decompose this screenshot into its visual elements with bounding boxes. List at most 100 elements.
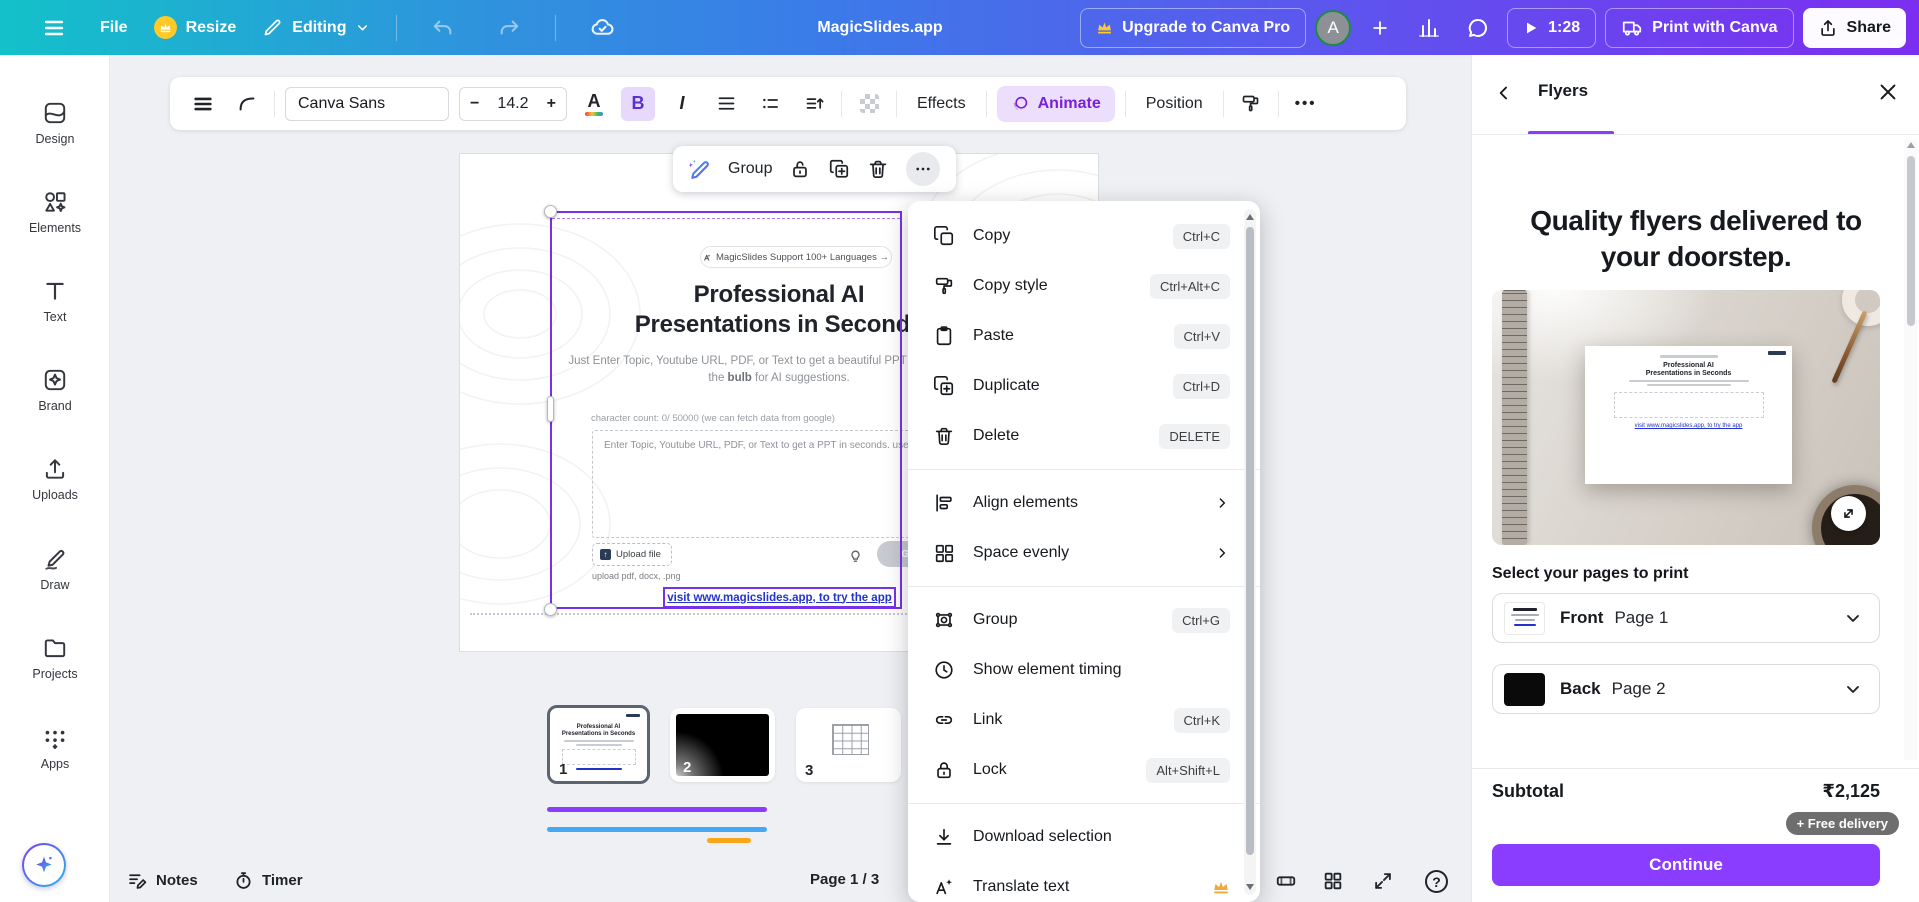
file-menu-button[interactable]: File — [100, 19, 128, 37]
upgrade-to-pro-button[interactable]: Upgrade to Canva Pro — [1080, 8, 1306, 48]
trash-icon[interactable] — [867, 158, 889, 180]
sidebar-item-uploads[interactable]: Uploads — [0, 456, 110, 502]
continue-button[interactable]: Continue — [1492, 844, 1880, 886]
menu-scrollbar[interactable] — [1244, 209, 1256, 895]
menu-item-lock[interactable]: Lock Alt+Shift+L — [908, 745, 1260, 795]
more-options-button[interactable]: ••• — [1289, 87, 1323, 121]
copy-style-button[interactable] — [1234, 87, 1268, 121]
main-menu-button[interactable] — [34, 8, 74, 48]
line-spacing-button[interactable] — [797, 87, 831, 121]
menu-item-copy[interactable]: Copy Ctrl+C — [908, 211, 1260, 261]
animate-button[interactable]: Animate — [997, 86, 1115, 122]
text-align-button[interactable] — [709, 87, 743, 121]
duplicate-icon — [932, 375, 956, 397]
sidebar-item-draw[interactable]: Draw — [0, 546, 110, 592]
sidebar-item-brand[interactable]: Brand — [0, 367, 110, 413]
text-color-button[interactable]: A — [577, 87, 611, 121]
text-styles-button[interactable] — [186, 87, 220, 121]
expand-photo-button[interactable] — [1831, 496, 1866, 531]
transparency-button[interactable] — [852, 87, 886, 121]
sidebar-item-projects[interactable]: Projects — [0, 635, 110, 681]
menu-item-download-selection[interactable]: Download selection — [908, 812, 1260, 862]
selection-handle-top-left[interactable] — [544, 205, 557, 218]
duplicate-icon[interactable] — [828, 158, 850, 180]
divider — [1278, 91, 1279, 117]
font-size-value[interactable]: 14.2 — [497, 95, 528, 113]
selection-handle-bottom-left[interactable] — [544, 603, 557, 616]
present-button[interactable]: 1:28 — [1507, 8, 1596, 48]
timeline-bar-orange[interactable] — [707, 838, 751, 843]
scroll-up-arrow[interactable] — [1907, 142, 1915, 148]
page-thumbnail-2[interactable]: 2 — [670, 708, 775, 782]
back-page-selector[interactable]: Back Page 2 — [1492, 664, 1880, 714]
bold-button[interactable]: B — [621, 87, 655, 121]
notes-button[interactable]: Notes — [127, 870, 198, 891]
menu-item-space-evenly[interactable]: Space evenly — [908, 528, 1260, 578]
decrease-font-button[interactable]: − — [470, 95, 479, 113]
menu-item-delete[interactable]: Delete DELETE — [908, 411, 1260, 461]
timeline-view-button[interactable] — [1275, 870, 1297, 892]
share-button[interactable]: Share — [1803, 8, 1906, 48]
undo-button[interactable] — [423, 8, 463, 48]
front-page-selector[interactable]: Front Page 1 — [1492, 593, 1880, 643]
scrollbar-thumb[interactable] — [1907, 156, 1915, 326]
curve-text-button[interactable] — [230, 87, 264, 121]
scrollbar-thumb[interactable] — [1246, 227, 1254, 855]
selection-handle-left-middle[interactable] — [547, 396, 554, 422]
timeline-bar-purple[interactable] — [547, 807, 767, 812]
menu-item-duplicate[interactable]: Duplicate Ctrl+D — [908, 361, 1260, 411]
font-size-stepper[interactable]: − 14.2 + — [459, 87, 567, 121]
slide-link-text[interactable]: visit www.magicslides.app, to try the ap… — [663, 587, 896, 608]
editing-mode-dropdown[interactable]: Editing — [262, 17, 370, 38]
folder-icon — [42, 635, 68, 661]
divider — [555, 15, 556, 41]
avatar[interactable]: A — [1315, 10, 1351, 46]
print-with-canva-button[interactable]: Print with Canva — [1605, 8, 1793, 48]
menu-item-translate-text[interactable]: Translate text — [908, 862, 1260, 902]
increase-font-button[interactable]: + — [547, 95, 556, 113]
document-title[interactable]: MagicSlides.app — [817, 19, 942, 37]
add-member-button[interactable] — [1360, 8, 1400, 48]
effects-button[interactable]: Effects — [907, 95, 976, 113]
more-actions-button[interactable] — [906, 152, 940, 186]
italic-button[interactable]: I — [665, 87, 699, 121]
menu-item-paste[interactable]: Paste Ctrl+V — [908, 311, 1260, 361]
menu-item-group[interactable]: Group Ctrl+G — [908, 595, 1260, 645]
resize-button[interactable]: Resize — [154, 16, 237, 39]
font-family-selector[interactable]: Canva Sans — [285, 87, 449, 121]
page-thumbnail-3[interactable]: 3 — [796, 708, 901, 782]
menu-item-show-element-timing[interactable]: Show element timing — [908, 645, 1260, 695]
unlock-icon[interactable] — [789, 158, 811, 180]
redo-button[interactable] — [489, 8, 529, 48]
menu-item-align-elements[interactable]: Align elements — [908, 478, 1260, 528]
sidebar-item-text[interactable]: Text — [0, 278, 110, 324]
sidebar-item-design[interactable]: Design — [0, 100, 110, 146]
tab-flyers[interactable]: Flyers — [1538, 81, 1588, 101]
product-photo[interactable]: Professional AIPresentations in Seconds … — [1492, 290, 1880, 545]
panel-scrollbar[interactable] — [1904, 140, 1917, 760]
sidebar-item-elements[interactable]: Elements — [0, 189, 110, 235]
back-button[interactable] — [1494, 83, 1514, 103]
page-thumbnail-1[interactable]: Professional AIPresentations in Seconds … — [547, 705, 650, 784]
group-button[interactable]: Group — [728, 160, 772, 178]
timer-button[interactable]: Timer — [233, 870, 303, 891]
timeline-bar-blue[interactable] — [547, 827, 767, 832]
sidebar-item-apps[interactable]: Apps — [0, 725, 110, 771]
cloud-save-status[interactable] — [582, 8, 622, 48]
selection-bounding-box[interactable] — [550, 211, 902, 609]
insights-button[interactable] — [1409, 8, 1449, 48]
undo-icon — [432, 17, 454, 39]
close-panel-button[interactable] — [1877, 81, 1899, 103]
scroll-up-arrow[interactable] — [1246, 214, 1254, 220]
scroll-down-arrow[interactable] — [1246, 884, 1254, 890]
bullet-list-button[interactable] — [753, 87, 787, 121]
grid-view-button[interactable] — [1322, 870, 1344, 892]
comments-button[interactable] — [1458, 8, 1498, 48]
menu-item-copy-style[interactable]: Copy style Ctrl+Alt+C — [908, 261, 1260, 311]
magic-edit-icon[interactable] — [686, 157, 711, 182]
fullscreen-button[interactable] — [1372, 870, 1394, 892]
help-button[interactable]: ? — [1425, 870, 1448, 893]
magic-assistant-button[interactable] — [22, 843, 66, 887]
menu-item-link[interactable]: Link Ctrl+K — [908, 695, 1260, 745]
position-button[interactable]: Position — [1136, 95, 1213, 113]
